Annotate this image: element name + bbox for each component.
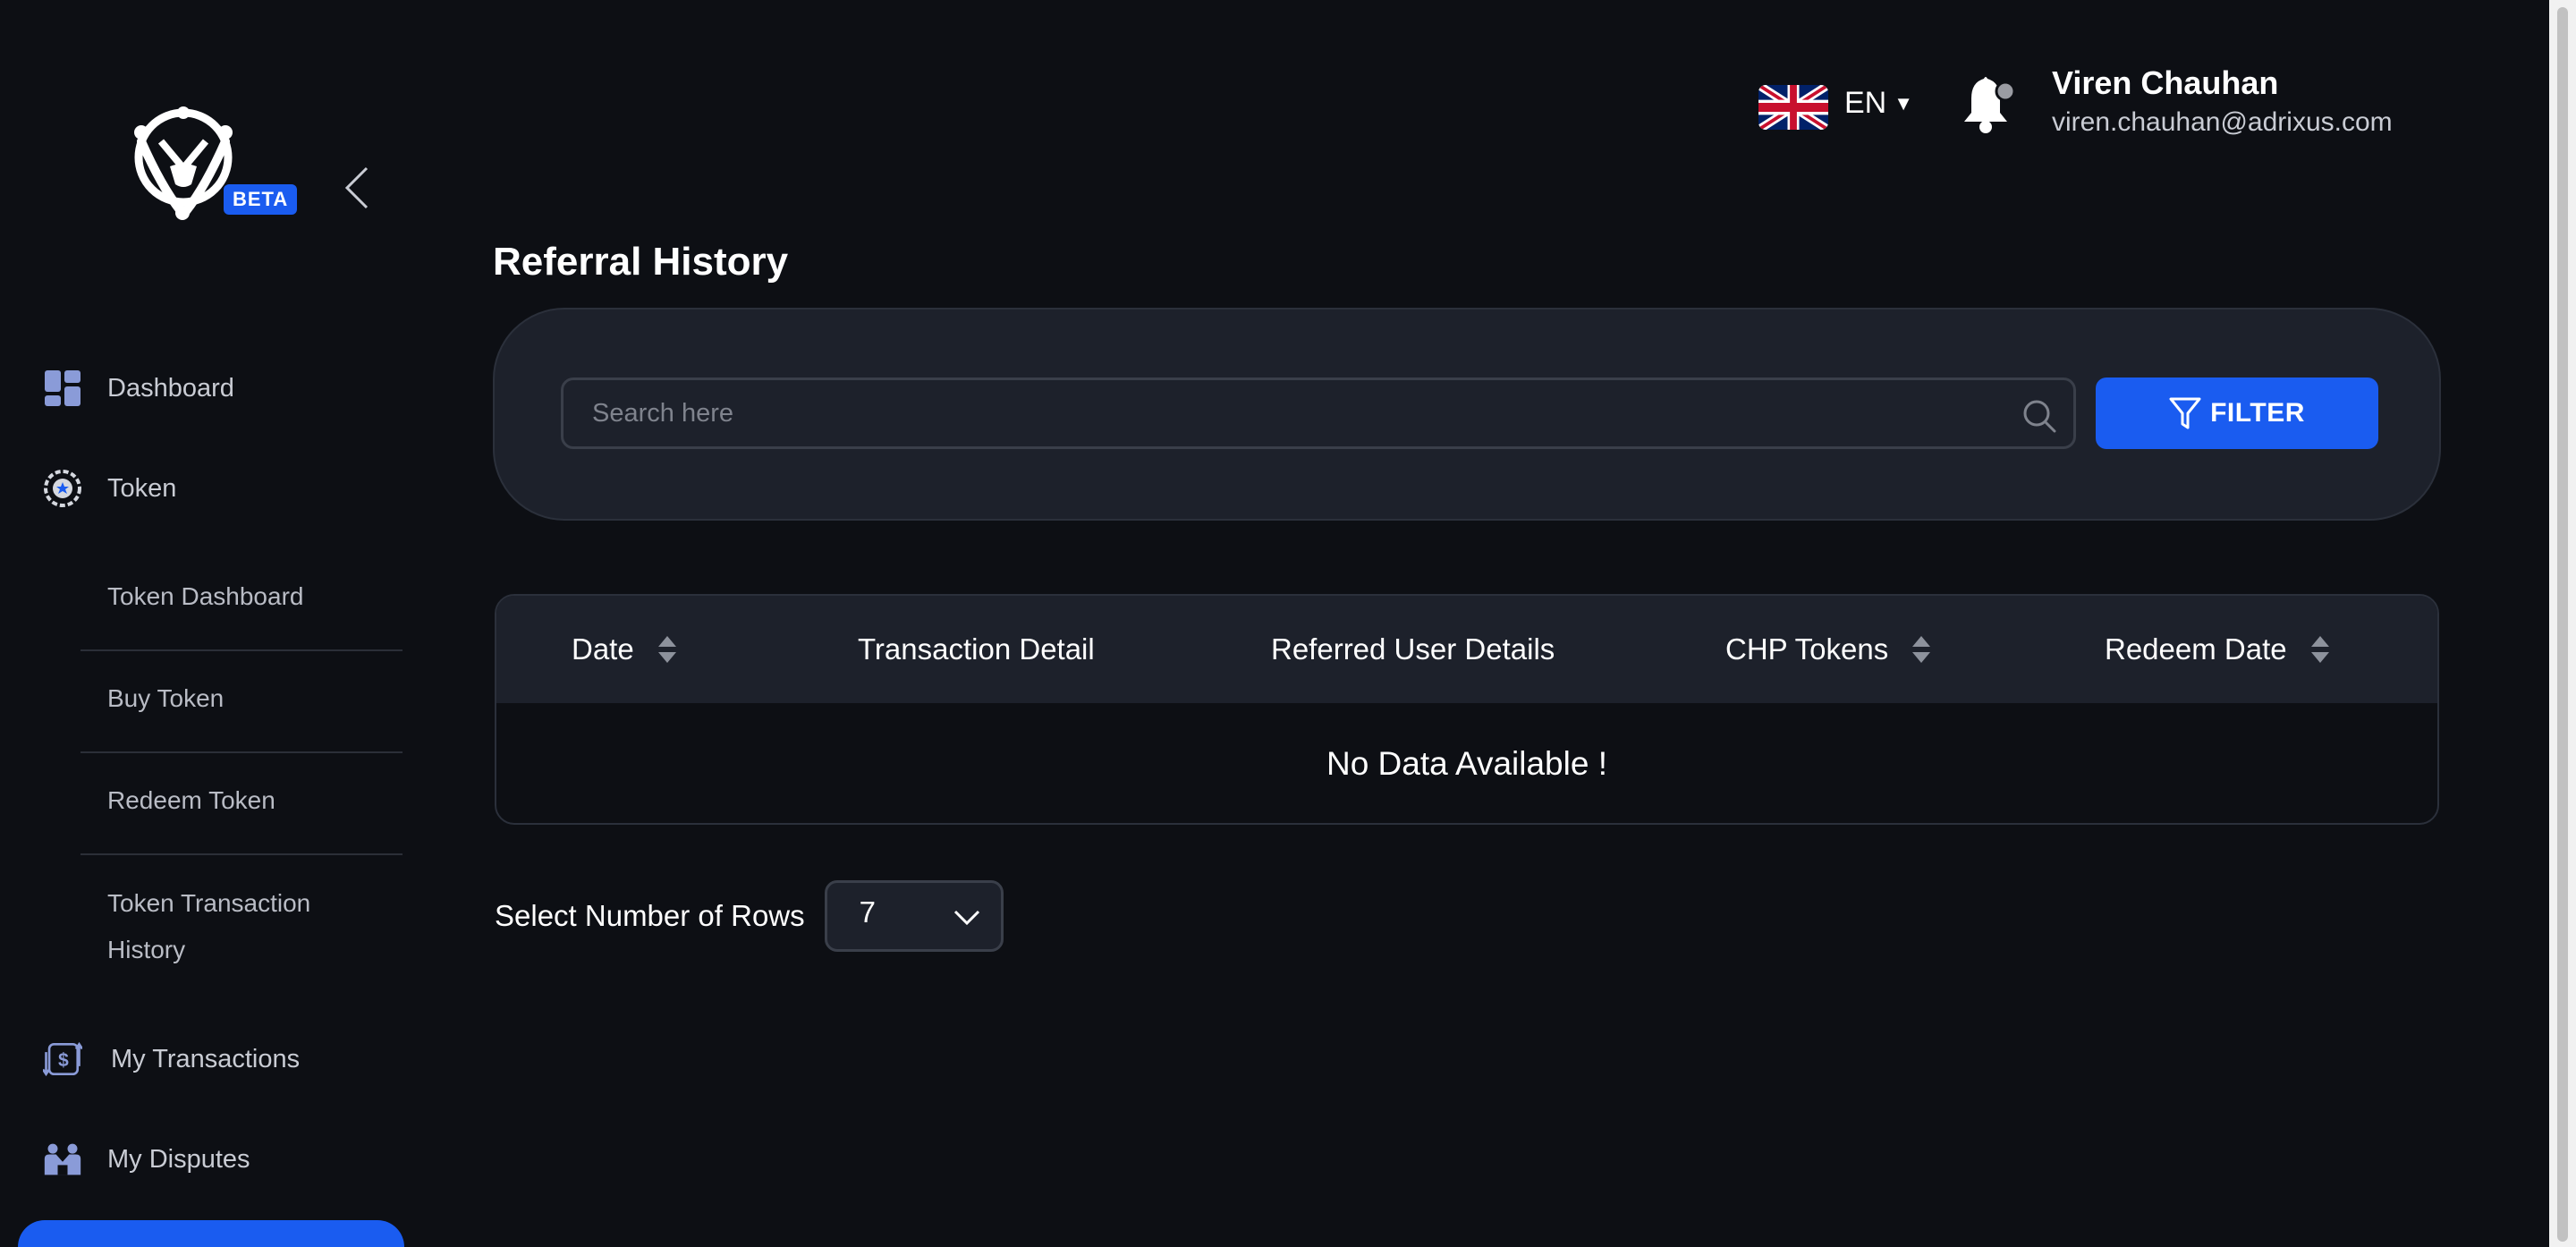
column-header-date[interactable]: Date [572,596,677,703]
app-logo[interactable]: BETA [125,106,298,222]
svg-text:$: $ [58,1050,69,1071]
rows-per-page-select[interactable]: 7 [824,880,1004,952]
referral-history-table: Date Transaction Detail Referred User De… [495,594,2439,825]
scrollbar-thumb[interactable] [2557,7,2568,1242]
column-header-redeem-date[interactable]: Redeem Date [2105,596,2330,703]
sidebar-subitem-label: Token Dashboard [107,582,304,610]
page-title: Referral History [493,240,789,284]
rows-per-page-value: 7 [859,895,876,929]
divider [80,649,402,651]
filter-icon [2169,397,2201,429]
sidebar-item-label: Dashboard [107,373,234,403]
sidebar-item-my-disputes[interactable]: My Disputes [43,1132,250,1186]
sidebar-item-label: Token [107,473,177,503]
disputes-icon [43,1140,82,1179]
sidebar-subitem-buy-token[interactable]: Buy Token [80,675,402,722]
sidebar: BETA Dashboard Token Token Dashboard Buy… [0,0,420,1247]
search-field[interactable] [561,377,2076,449]
sidebar-item-token[interactable]: Token [43,462,176,515]
user-name[interactable]: Viren Chauhan [2052,64,2278,102]
user-email: viren.chauhan@adrixus.com [2052,107,2393,137]
language-selector[interactable]: EN ▼ [1844,86,1913,121]
column-header-referred-user-details: Referred User Details [1271,596,1555,703]
empty-state-message: No Data Available ! [1326,745,1607,782]
chevron-left-icon [344,166,369,209]
sort-icon [1912,636,1931,663]
caret-down-icon: ▼ [1894,91,1914,115]
beta-badge: BETA [224,184,298,215]
sidebar-subitem-label: Redeem Token [107,786,275,814]
sidebar-item-label: My Disputes [107,1144,250,1174]
uk-flag-icon[interactable] [1758,85,1828,130]
collapse-sidebar-button[interactable] [340,161,376,215]
divider [80,751,402,753]
rows-per-page: Select Number of Rows 7 [495,880,1004,952]
notification-bell-button[interactable] [1959,73,2016,136]
sidebar-subitem-label: Token Transaction History [107,889,311,963]
column-header-label: Referred User Details [1271,632,1555,666]
sidebar-item-my-transactions[interactable]: $ My Transactions [43,1032,300,1086]
search-icon[interactable] [2021,398,2057,434]
dashboard-icon [43,369,82,408]
filter-label: FILTER [2210,398,2305,428]
column-header-label: CHP Tokens [1725,632,1889,666]
sort-icon [2310,636,2329,663]
sidebar-subitem-label: Buy Token [107,684,225,712]
column-header-label: Transaction Detail [858,632,1095,666]
token-icon [43,469,82,508]
vertical-scrollbar[interactable] [2549,0,2576,1247]
sidebar-item-active[interactable] [18,1220,404,1247]
sidebar-item-label: My Transactions [111,1044,301,1073]
sidebar-subitem-redeem-token[interactable]: Redeem Token [80,777,402,824]
sidebar-subitem-token-transaction-history[interactable]: Token Transaction History [80,880,349,973]
column-header-label: Date [572,632,634,666]
bell-icon [1964,77,2016,133]
transactions-icon: $ [43,1039,82,1079]
sidebar-item-dashboard[interactable]: Dashboard [43,361,234,415]
search-input[interactable] [564,380,2073,446]
rows-per-page-label: Select Number of Rows [495,899,805,932]
chevron-down-icon [953,910,979,926]
filter-button[interactable]: FILTER [2096,377,2378,449]
column-header-chp-tokens[interactable]: CHP Tokens [1725,596,1931,703]
search-panel: FILTER [493,308,2441,521]
divider [80,853,402,855]
table-header: Date Transaction Detail Referred User De… [496,596,2437,703]
column-header-label: Redeem Date [2105,632,2287,666]
sort-icon [657,636,676,663]
sidebar-subitem-token-dashboard[interactable]: Token Dashboard [80,573,402,620]
column-header-transaction-detail: Transaction Detail [858,596,1095,703]
language-label: EN [1844,86,1887,120]
table-body: No Data Available ! [496,703,2437,823]
